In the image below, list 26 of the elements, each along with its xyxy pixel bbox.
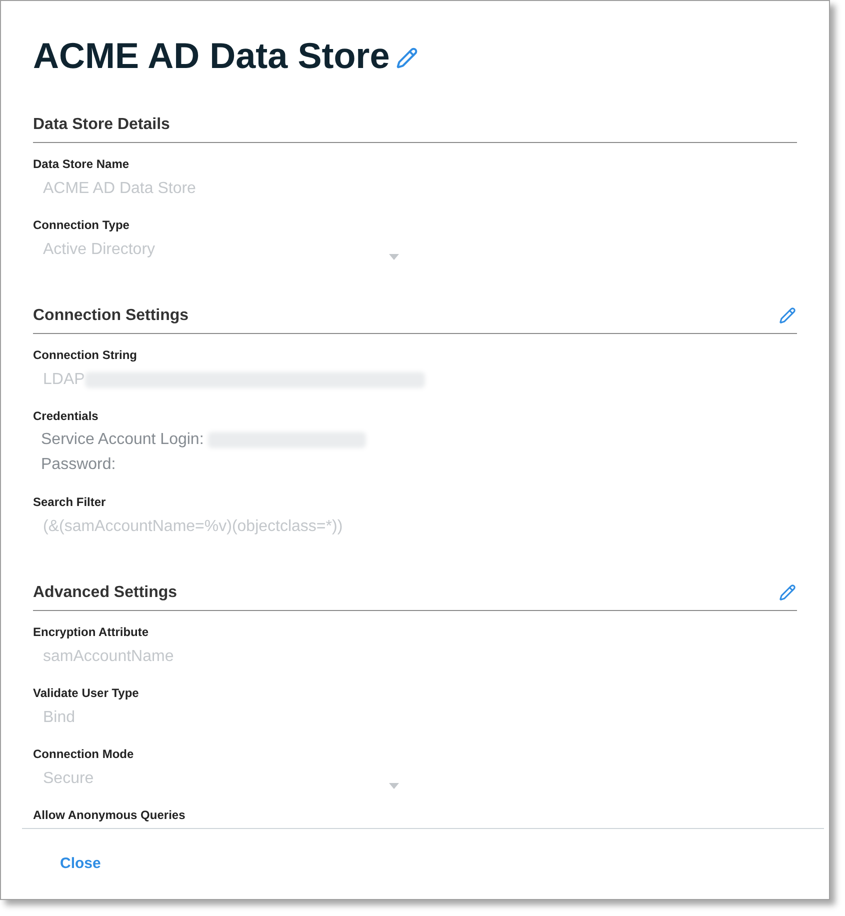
section-heading: Connection Settings (33, 306, 189, 326)
field-value: LDAP (43, 370, 85, 390)
credential-label: Service Account Login: (41, 430, 204, 450)
field-value: Bind (43, 708, 76, 728)
caret-icon (389, 254, 399, 260)
section-heading: Data Store Details (33, 114, 170, 134)
field-label: Connection Type (33, 217, 130, 234)
field-label: Search Filter (33, 494, 106, 511)
caret-icon (389, 783, 399, 789)
field-label: Encryption Attribute (33, 624, 149, 641)
dialog-title: ACME AD Data Store (33, 34, 390, 78)
field-label: Credentials (33, 408, 98, 425)
field-value: samAccountName (43, 647, 174, 667)
section-heading: Advanced Settings (33, 582, 178, 602)
field-value: (&(samAccountName=%v)(objectclass=*)) (43, 517, 343, 537)
field-value: ACME AD Data Store (43, 179, 196, 199)
edit-pencil-icon[interactable] (779, 584, 796, 601)
field-label: Allow Anonymous Queries (33, 807, 186, 824)
field-label: Data Store Name (33, 156, 130, 173)
field-label: Validate User Type (33, 685, 139, 702)
field-label: Connection Mode (33, 746, 134, 763)
field-label: Connection String (33, 347, 137, 364)
edit-pencil-icon[interactable] (779, 307, 796, 324)
credential-label: Password: (41, 454, 116, 474)
close-button[interactable]: Close (60, 846, 101, 882)
edit-pencil-icon[interactable] (396, 47, 418, 69)
